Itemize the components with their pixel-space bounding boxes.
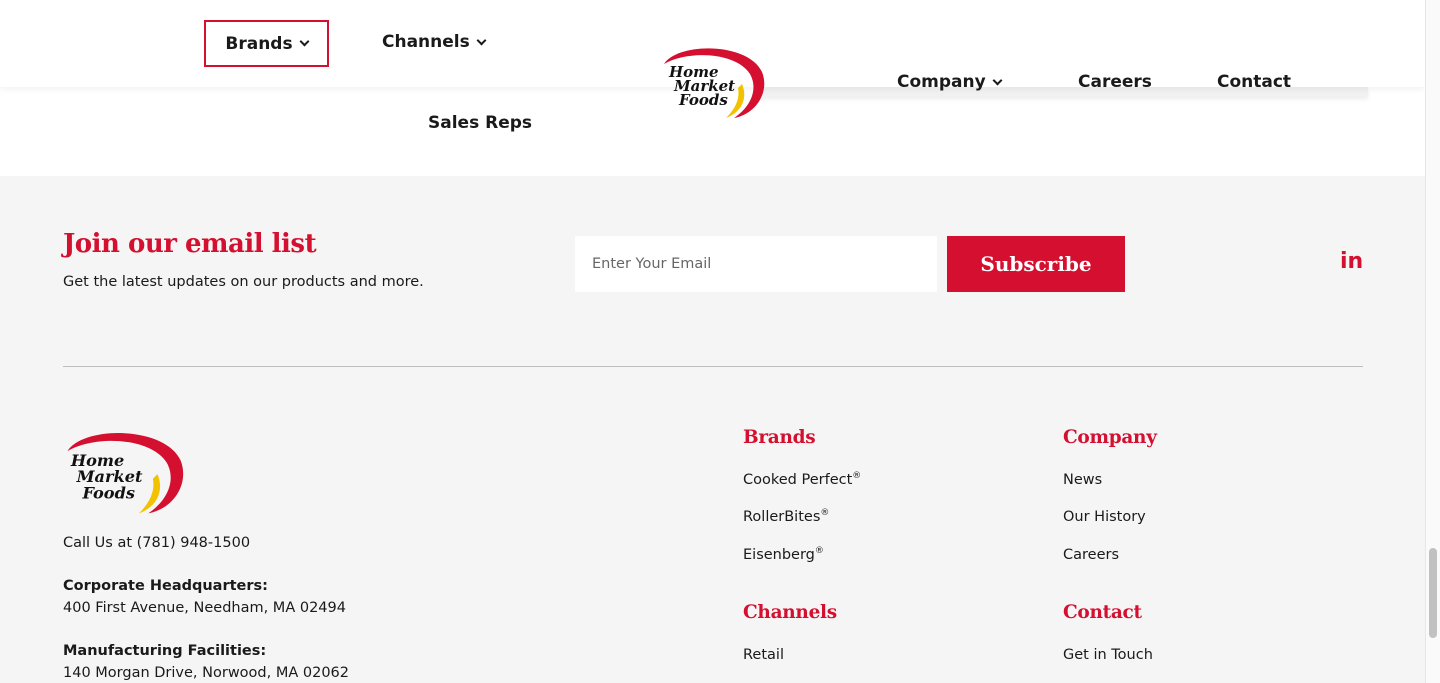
nav-company[interactable]: Company [897, 72, 1003, 92]
footer-home-market-foods-logo[interactable]: Home Market Foods [60, 428, 188, 518]
footer-heading-company[interactable]: Company [1063, 427, 1157, 448]
footer-link-label: Cooked Perfect [743, 472, 853, 488]
chevron-down-icon [992, 75, 1003, 85]
nav-careers[interactable]: Careers [1078, 72, 1152, 92]
nav-contact-label: Contact [1217, 72, 1292, 92]
nav-brands-label: Brands [225, 33, 293, 54]
linkedin-icon[interactable]: in [1340, 249, 1363, 274]
mfg-address: 140 Morgan Drive, Norwood, MA 02062 [63, 665, 350, 681]
footer-link-news[interactable]: News [1063, 472, 1102, 488]
footer-heading-brands[interactable]: Brands [743, 427, 816, 448]
chevron-down-icon [299, 36, 310, 47]
phone-line: Call Us at (781) 948-1500 [63, 535, 251, 551]
email-input[interactable] [575, 236, 937, 292]
nav-channels-label: Channels [382, 32, 470, 52]
scrollbar-thumb[interactable] [1429, 548, 1437, 638]
footer-heading-channels[interactable]: Channels [743, 602, 837, 623]
footer-link-eisenberg[interactable]: Eisenberg® [743, 547, 824, 563]
sales-reps-label: Sales Reps [428, 113, 533, 133]
chevron-down-icon [476, 35, 487, 45]
footer-link-our-history[interactable]: Our History [1063, 509, 1146, 525]
home-market-foods-logo[interactable]: Home Market Foods [658, 44, 768, 122]
footer-link-get-in-touch[interactable]: Get in Touch [1063, 647, 1153, 663]
registered-mark: ® [814, 546, 824, 557]
hq-address: 400 First Avenue, Needham, MA 02494 [63, 600, 346, 616]
newsletter-title: Join our email list [63, 229, 317, 259]
registered-mark: ® [820, 508, 830, 519]
page: Brands Channels Company Careers Contact … [0, 0, 1425, 683]
nav-contact[interactable]: Contact [1217, 72, 1291, 92]
footer-link-careers[interactable]: Careers [1063, 547, 1119, 563]
footer-heading-contact[interactable]: Contact [1063, 602, 1142, 623]
registered-mark: ® [852, 471, 862, 482]
nav-careers-label: Careers [1078, 72, 1152, 92]
logo-word-foods: Foods [81, 483, 134, 502]
logo-word-foods: Foods [678, 91, 728, 109]
subscribe-button[interactable]: Subscribe [947, 236, 1125, 292]
footer-link-rollerbites[interactable]: RollerBites® [743, 509, 829, 525]
nav-company-label: Company [897, 72, 986, 92]
nav-channels[interactable]: Channels [382, 32, 487, 52]
footer-link-label: RollerBites [743, 509, 821, 525]
footer-link-retail[interactable]: Retail [743, 647, 784, 663]
newsletter-subtitle: Get the latest updates on our products a… [63, 274, 424, 290]
footer-link-cooked-perfect[interactable]: Cooked Perfect® [743, 472, 861, 488]
footer-link-label: Eisenberg [743, 547, 815, 563]
footer-divider [63, 366, 1363, 367]
mfg-label: Manufacturing Facilities: [63, 643, 267, 659]
nav-brands[interactable]: Brands [204, 20, 329, 67]
hq-label: Corporate Headquarters: [63, 578, 268, 594]
submenu-item-sales-reps[interactable]: Sales Reps [428, 113, 532, 133]
